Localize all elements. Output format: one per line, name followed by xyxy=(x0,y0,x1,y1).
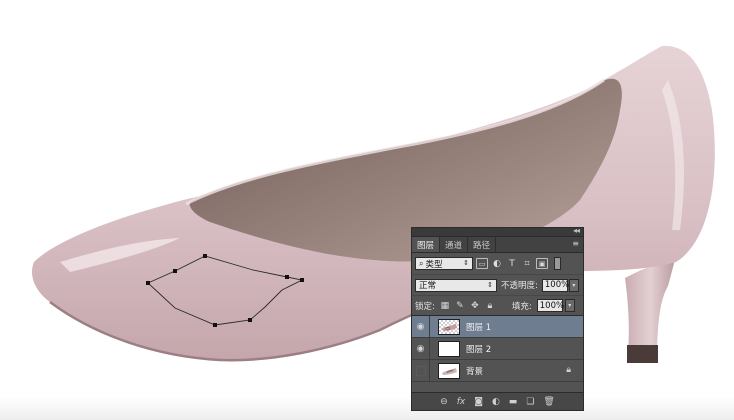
shoe-heel xyxy=(625,256,676,352)
type-filter-icon[interactable]: T xyxy=(506,258,518,269)
lock-transparent-icon[interactable]: ▦ xyxy=(440,301,450,311)
adjustment-icon[interactable]: ◐ xyxy=(492,397,500,407)
lock-image-icon[interactable]: ✎ xyxy=(455,301,465,311)
layer-thumbnail xyxy=(438,340,460,357)
new-layer-icon[interactable]: ❏ xyxy=(526,397,534,407)
fill-label: 填充: xyxy=(511,301,532,312)
document-canvas[interactable] xyxy=(0,0,734,420)
tab-layers[interactable]: 图层 xyxy=(412,237,441,252)
fill-slider-toggle[interactable]: ▾ xyxy=(564,299,575,312)
search-icon: ⌕ xyxy=(419,258,424,268)
smart-object-filter-icon[interactable]: ▣ xyxy=(536,258,548,269)
layer-name: 背景 xyxy=(466,366,484,377)
heel-tip xyxy=(627,345,658,363)
anchor-point[interactable] xyxy=(203,254,207,258)
eye-icon[interactable]: ◉ xyxy=(412,315,430,338)
opacity-label: 不透明度: xyxy=(501,281,538,291)
image-filter-icon[interactable]: ▭ xyxy=(476,258,488,269)
layer-row-background[interactable]: 背景 🔒︎ xyxy=(412,359,583,382)
layer-name: 图层 2 xyxy=(466,344,492,355)
lock-label: 锁定: xyxy=(415,301,435,312)
layer-thumbnail xyxy=(438,318,460,335)
layers-panel: ◂◂ 图层 通道 路径 ≡ ⌕ 类型 ⇕ ▭ ◐ T ⌗ ▣ 正常 ⇕ 不透明度… xyxy=(411,226,584,411)
lock-icon: 🔒︎ xyxy=(566,365,571,375)
anchor-point[interactable] xyxy=(146,281,150,285)
anchor-point[interactable] xyxy=(173,269,177,273)
mask-icon[interactable]: ◙ xyxy=(474,397,483,407)
shoe-thumbnail-icon xyxy=(442,367,457,375)
panel-footer: ⊖ fx ◙ ◐ ▬ ❏ 🗑︎ xyxy=(412,392,583,410)
collapse-panel-icon[interactable]: ◂◂ xyxy=(573,226,580,235)
lock-position-icon[interactable]: ✥ xyxy=(470,301,480,311)
tab-paths[interactable]: 路径 xyxy=(468,237,497,252)
anchor-point[interactable] xyxy=(248,318,252,322)
filter-toggle-switch[interactable] xyxy=(554,257,561,270)
layer-row-layer2[interactable]: ◉ 图层 2 xyxy=(412,337,583,360)
floor-shadow xyxy=(0,396,734,420)
shoe-thumbnail-icon xyxy=(442,323,457,331)
shoe-image xyxy=(31,45,715,363)
lock-row: 锁定: ▦ ✎ ✥ 🔒︎ 填充: 100% ▾ xyxy=(412,295,583,315)
chevron-updown-icon: ⇕ xyxy=(487,280,493,289)
opacity-input[interactable]: 100% xyxy=(541,278,569,292)
layer-row-layer1[interactable]: ◉ 图层 1 xyxy=(412,315,583,338)
filter-kind-value: 类型 xyxy=(425,259,443,270)
fill-input[interactable]: 100% xyxy=(536,299,564,312)
eye-icon[interactable]: ◉ xyxy=(412,337,430,360)
anchor-point[interactable] xyxy=(213,323,217,327)
opacity-slider-toggle[interactable]: ▾ xyxy=(568,278,579,292)
panel-menu-icon[interactable]: ≡ xyxy=(572,239,579,248)
fx-icon[interactable]: fx xyxy=(457,397,466,407)
adjustment-filter-icon[interactable]: ◐ xyxy=(491,258,503,269)
tab-channels[interactable]: 通道 xyxy=(440,237,469,252)
chevron-updown-icon: ⇕ xyxy=(463,259,469,267)
filter-kind-select[interactable]: ⌕ 类型 ⇕ xyxy=(415,257,473,270)
panel-title-bar[interactable]: ◂◂ xyxy=(412,226,583,237)
anchor-point[interactable] xyxy=(300,278,304,282)
blend-row: 正常 ⇕ 不透明度: 100% ▾ xyxy=(412,274,583,295)
anchor-point[interactable] xyxy=(285,275,289,279)
link-icon[interactable]: ⊖ xyxy=(440,397,448,407)
layer-thumbnail xyxy=(438,362,460,379)
lock-all-icon[interactable]: 🔒︎ xyxy=(485,301,495,311)
shape-filter-icon[interactable]: ⌗ xyxy=(521,258,533,269)
folder-icon[interactable]: ▬ xyxy=(509,397,518,407)
layers-list: ◉ 图层 1 ◉ 图层 2 背景 🔒︎ xyxy=(412,315,583,401)
trash-icon[interactable]: 🗑︎ xyxy=(543,397,554,407)
layer-filter-row: ⌕ 类型 ⇕ ▭ ◐ T ⌗ ▣ xyxy=(412,253,583,274)
panel-tabs: 图层 通道 路径 ≡ xyxy=(412,237,583,253)
eye-hidden-icon[interactable] xyxy=(412,359,430,382)
blend-mode-value: 正常 xyxy=(419,281,437,291)
blend-mode-select[interactable]: 正常 ⇕ xyxy=(415,278,497,292)
layer-name: 图层 1 xyxy=(466,322,492,333)
